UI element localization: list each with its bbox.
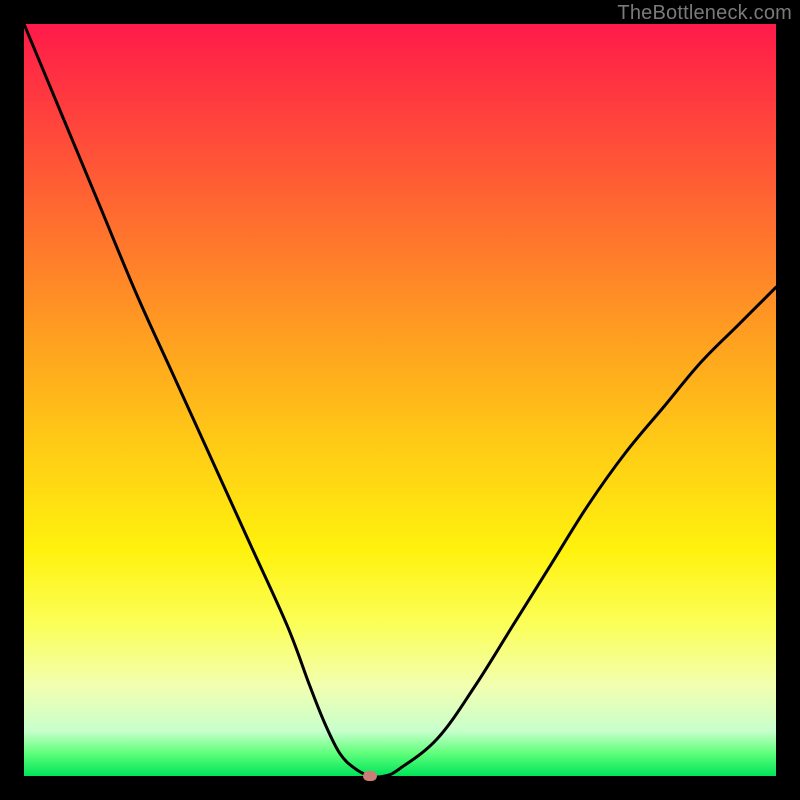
optimal-point-marker — [363, 771, 377, 781]
plot-area — [24, 24, 776, 776]
watermark-text: TheBottleneck.com — [617, 2, 792, 25]
chart-frame: TheBottleneck.com — [0, 0, 800, 800]
bottleneck-curve — [24, 24, 776, 776]
